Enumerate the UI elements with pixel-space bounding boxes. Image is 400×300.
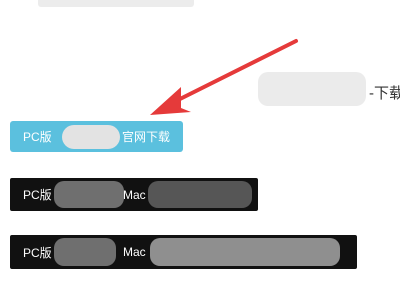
blurred-app-name (62, 125, 120, 149)
blurred-mac-name (148, 181, 252, 208)
blurred-pc-name (54, 181, 124, 208)
download-button-row-1[interactable]: PC版 Mac (10, 178, 258, 211)
download-button-row-2[interactable]: PC版 Mac (10, 235, 357, 269)
official-button-prefix: PC版 (23, 130, 52, 144)
row2-mac-label: Mac (123, 245, 146, 259)
blurred-pc-name (54, 238, 116, 266)
row2-pc-label: PC版 (23, 245, 52, 260)
blurred-mac-name (150, 238, 340, 266)
official-download-button[interactable]: PC版 官网下载 (10, 121, 183, 152)
official-button-suffix: 官网下载 (122, 130, 171, 144)
row1-pc-label: PC版 (23, 188, 52, 202)
row1-mac-label: Mac (123, 187, 146, 202)
